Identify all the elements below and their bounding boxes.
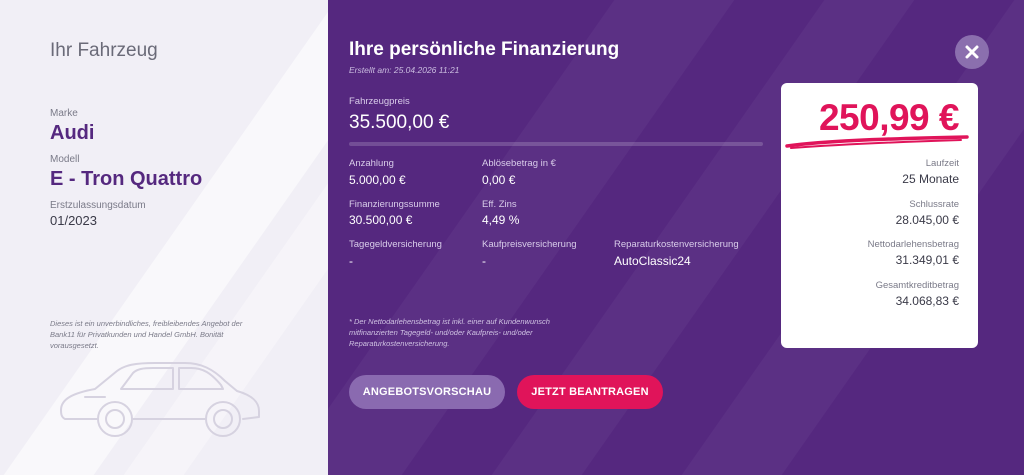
brush-underline <box>785 135 969 149</box>
final-rate-label: Schlussrate <box>909 199 959 210</box>
offer-preview-button[interactable]: ANGEBOTSVORSCHAU <box>349 375 505 409</box>
financing-title: Ihre persönliche Finanzierung <box>349 39 620 60</box>
summary-card: 250,99 € Laufzeit 25 Monate Schlussrate … <box>781 83 978 348</box>
vehicle-title: Ihr Fahrzeug <box>50 40 158 61</box>
offer-disclaimer: Dieses ist ein unverbindliches, freiblei… <box>50 319 243 350</box>
net-loan-value: 31.349,01 € <box>895 253 959 267</box>
purchase-insurance-label: Kaufpreisversicherung <box>482 239 577 250</box>
close-button[interactable] <box>955 35 989 69</box>
final-rate-value: 28.045,00 € <box>895 213 959 227</box>
monthly-rate: 250,99 € <box>818 97 960 138</box>
payoff-label: Ablösebetrag in € <box>482 158 556 169</box>
model-value: E - Tron Quattro <box>50 168 203 190</box>
vehicle-price-label: Fahrzeugpreis <box>349 96 410 107</box>
daily-insurance-value: - <box>349 254 353 268</box>
repair-insurance-value: AutoClassic24 <box>614 254 691 268</box>
down-payment-value: 5.000,00 € <box>349 173 406 187</box>
brand-label: Marke <box>50 108 78 119</box>
vehicle-panel: Ihr Fahrzeug Marke Audi Modell E - Tron … <box>0 0 328 475</box>
purchase-insurance-value: - <box>482 254 486 268</box>
term-value: 25 Monate <box>902 172 959 186</box>
eff-interest-label: Eff. Zins <box>482 199 517 210</box>
first-registration-value: 01/2023 <box>50 213 97 228</box>
divider <box>349 142 763 146</box>
daily-insurance-label: Tagegeldversicherung <box>349 239 442 250</box>
eff-interest-value: 4,49 % <box>482 213 520 227</box>
apply-now-button[interactable]: JETZT BEANTRAGEN <box>517 375 663 409</box>
brand-value: Audi <box>50 122 95 144</box>
model-label: Modell <box>50 154 80 165</box>
net-loan-footnote: * Der Nettodarlehensbetrag ist inkl. ein… <box>349 317 550 348</box>
financing-sum-value: 30.500,00 € <box>349 213 413 227</box>
financing-sum-label: Finanzierungssumme <box>349 199 440 210</box>
first-registration-label: Erstzulassungsdatum <box>50 200 146 211</box>
created-timestamp: Erstellt am: 25.04.2026 11:21 <box>349 65 460 75</box>
payoff-value: 0,00 € <box>482 173 516 187</box>
total-credit-label: Gesamtkreditbetrag <box>875 280 959 291</box>
close-icon <box>965 45 979 59</box>
total-credit-value: 34.068,83 € <box>895 294 959 308</box>
term-label: Laufzeit <box>925 158 959 169</box>
financing-panel: Ihre persönliche Finanzierung Erstellt a… <box>328 0 1024 475</box>
repair-insurance-label: Reparaturkostenversicherung <box>614 239 739 250</box>
net-loan-label: Nettodarlehensbetrag <box>867 239 959 250</box>
car-outline-icon <box>60 362 260 437</box>
down-payment-label: Anzahlung <box>349 158 394 169</box>
vehicle-price-value: 35.500,00 € <box>349 112 450 133</box>
